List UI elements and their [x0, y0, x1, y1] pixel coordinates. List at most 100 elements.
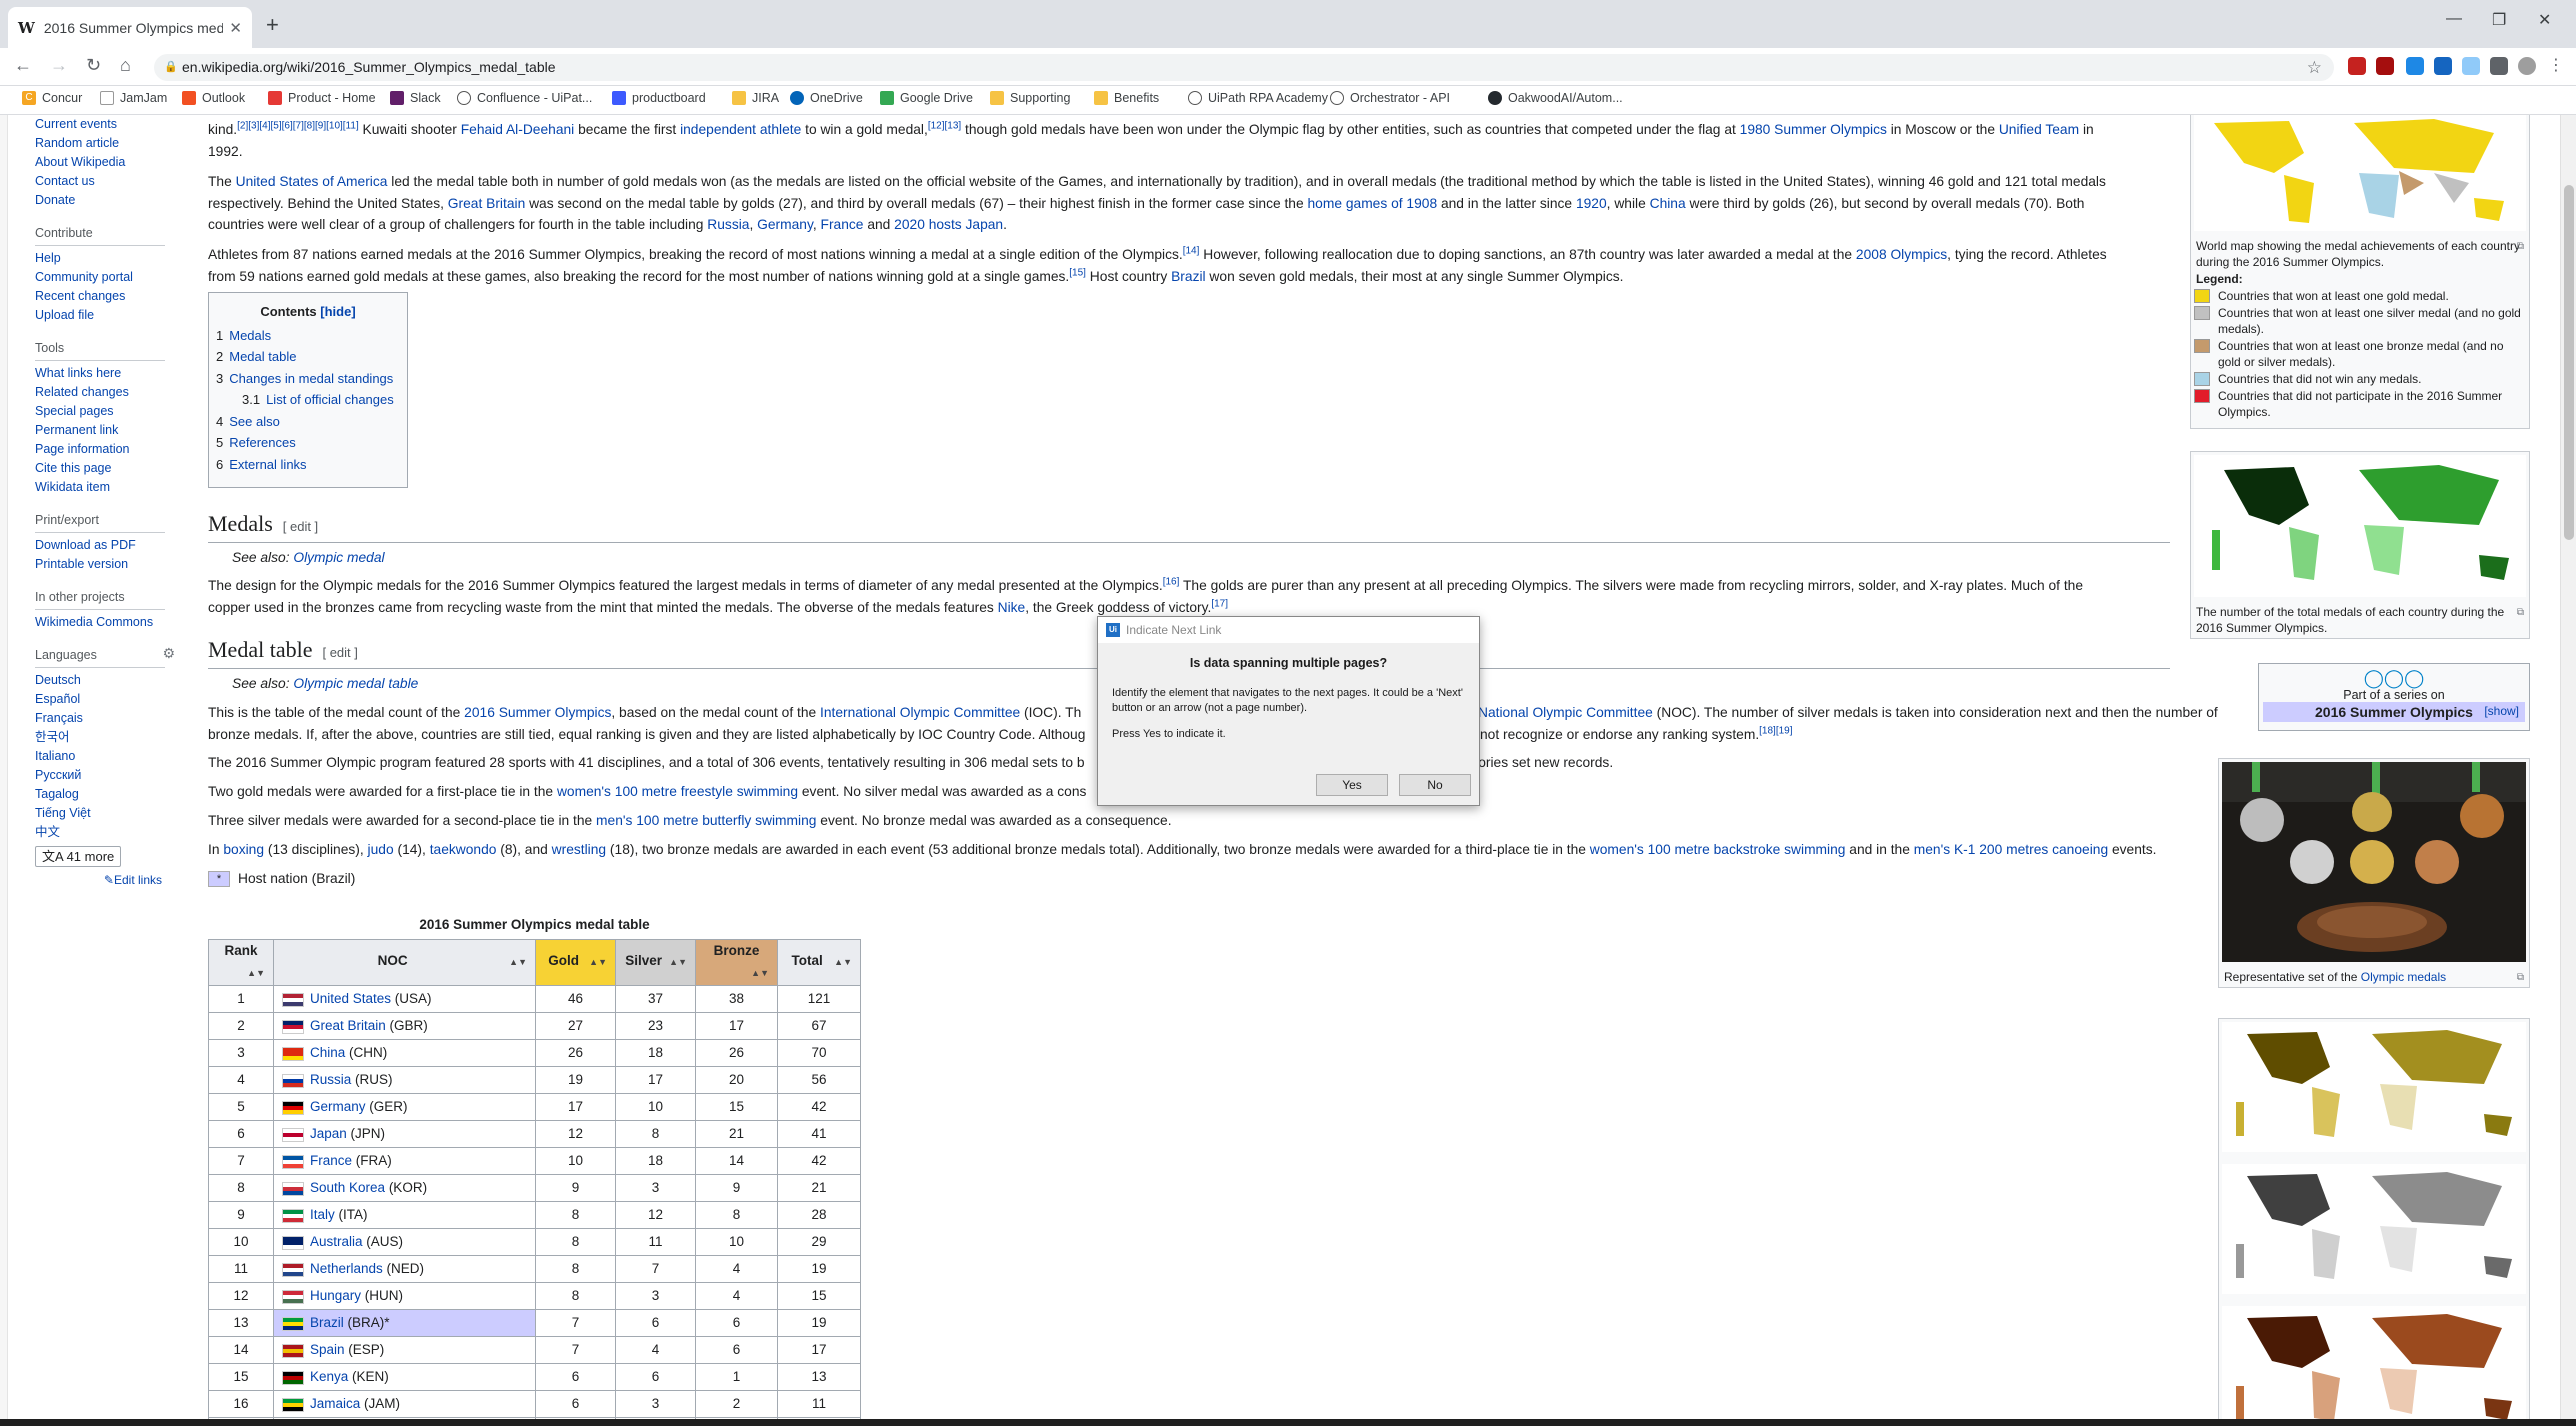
language-italiano[interactable]: Italiano	[35, 747, 185, 766]
browser-menu-icon[interactable]: ⋮	[2548, 55, 2564, 75]
sidebar-item-about[interactable]: About Wikipedia	[35, 153, 185, 172]
sort-icon[interactable]: ▲▼	[834, 950, 852, 974]
back-icon[interactable]: ←	[14, 55, 32, 76]
minimize-icon[interactable]: —	[2446, 10, 2462, 28]
close-tab-icon[interactable]: ✕	[229, 19, 242, 37]
sidebar-item-current-events[interactable]: Current events	[35, 115, 185, 134]
page-scrollbar[interactable]	[2560, 115, 2576, 1419]
scrollbar-thumb[interactable]	[2564, 185, 2574, 540]
extension-uipath-icon[interactable]	[2434, 57, 2452, 75]
sidebar-item-contact[interactable]: Contact us	[35, 172, 185, 191]
bookmark-orchestrator-api[interactable]: Orchestrator - API	[1330, 91, 1450, 105]
bookmark-confluence[interactable]: Confluence - UiPat...	[457, 91, 592, 105]
sidebar-item-permanent-link[interactable]: Permanent link	[35, 421, 185, 440]
sidebar-item-cite-this-page[interactable]: Cite this page	[35, 459, 185, 478]
sort-icon[interactable]: ▲▼	[751, 961, 769, 985]
series-show-toggle[interactable]: [show]	[2484, 704, 2519, 718]
toc-item-medal-table[interactable]: 2 Medal table	[216, 346, 400, 368]
sidebar-item-wikidata-item[interactable]: Wikidata item	[35, 478, 185, 497]
sidebar-item-help[interactable]: Help	[35, 249, 185, 268]
col-gold[interactable]: Gold ▲▼	[535, 938, 616, 986]
country-link[interactable]: Spain	[310, 1342, 345, 1357]
country-link[interactable]: Brazil	[310, 1315, 344, 1330]
language-tagalog[interactable]: Tagalog	[35, 785, 185, 804]
sidebar-item-page-information[interactable]: Page information	[35, 440, 185, 459]
toc-item-official-changes[interactable]: 3.1 List of official changes	[216, 389, 400, 411]
bookmark-benefits[interactable]: Benefits	[1094, 91, 1159, 105]
new-tab-icon[interactable]: +	[266, 12, 279, 38]
sort-icon[interactable]: ▲▼	[509, 950, 527, 974]
extensions-puzzle-icon[interactable]	[2490, 57, 2508, 75]
bookmark-productboard[interactable]: productboard	[612, 91, 706, 105]
browser-tab-active[interactable]: W 2016 Summer Olympics medal table ✕	[8, 7, 252, 48]
total-medals-map[interactable]	[2194, 455, 2526, 597]
sidebar-item-special-pages[interactable]: Special pages	[35, 402, 185, 421]
forward-icon[interactable]: →	[50, 55, 68, 76]
gear-icon[interactable]: ⚙	[162, 644, 175, 663]
col-rank[interactable]: Rank ▲▼	[208, 938, 274, 986]
country-link[interactable]: Germany	[310, 1099, 366, 1114]
bookmark-google-drive[interactable]: Google Drive	[880, 91, 973, 105]
home-icon[interactable]: ⌂	[120, 55, 131, 76]
silver-medals-map[interactable]	[2222, 1164, 2526, 1294]
enlarge-icon[interactable]: ⧉	[2517, 970, 2524, 986]
bookmark-slack[interactable]: Slack	[390, 91, 441, 105]
language-chinese[interactable]: 中文	[35, 823, 185, 842]
bookmark-uipath-academy[interactable]: UiPath RPA Academy	[1188, 91, 1328, 105]
country-link[interactable]: Italy	[310, 1207, 335, 1222]
extension-shield-dark-icon[interactable]	[2376, 57, 2394, 75]
sidebar-item-community-portal[interactable]: Community portal	[35, 268, 185, 287]
enlarge-icon[interactable]: ⧉	[2517, 605, 2524, 621]
medal-achievement-map[interactable]	[2194, 115, 2526, 231]
col-total[interactable]: Total ▲▼	[777, 938, 861, 986]
gold-medals-map[interactable]	[2222, 1022, 2526, 1152]
language-deutsch[interactable]: Deutsch	[35, 671, 185, 690]
toc-item-references[interactable]: 5 References	[216, 432, 400, 454]
country-link[interactable]: China	[310, 1045, 345, 1060]
bookmark-product-home[interactable]: Product - Home	[268, 91, 376, 105]
sidebar-item-upload-file[interactable]: Upload file	[35, 306, 185, 325]
edit-medal-table-link[interactable]: [ edit ]	[322, 645, 357, 660]
toc-item-see-also[interactable]: 4 See also	[216, 411, 400, 433]
extension-shield-icon[interactable]	[2348, 57, 2366, 75]
sidebar-item-related-changes[interactable]: Related changes	[35, 383, 185, 402]
sidebar-item-download-pdf[interactable]: Download as PDF	[35, 536, 185, 555]
language-francais[interactable]: Français	[35, 709, 185, 728]
country-link[interactable]: Russia	[310, 1072, 351, 1087]
extension-windows-icon[interactable]	[2406, 57, 2424, 75]
country-link[interactable]: South Korea	[310, 1180, 385, 1195]
col-noc[interactable]: NOC ▲▼	[273, 938, 536, 986]
extension-blue-icon[interactable]	[2462, 57, 2480, 75]
country-link[interactable]: Hungary	[310, 1288, 361, 1303]
bookmark-star-icon[interactable]: ☆	[2307, 54, 2322, 81]
sidebar-item-donate[interactable]: Donate	[35, 191, 185, 210]
window-close-icon[interactable]: ✕	[2538, 10, 2551, 30]
country-link[interactable]: Jamaica	[310, 1396, 360, 1411]
country-link[interactable]: France	[310, 1153, 352, 1168]
yes-button[interactable]: Yes	[1316, 774, 1388, 796]
series-title[interactable]: 2016 Summer Olympics [show]	[2263, 702, 2525, 722]
sidebar-item-what-links-here[interactable]: What links here	[35, 364, 185, 383]
bookmark-oakwood[interactable]: OakwoodAI/Autom...	[1488, 91, 1623, 105]
sort-icon[interactable]: ▲▼	[589, 950, 607, 974]
country-link[interactable]: Great Britain	[310, 1018, 386, 1033]
edit-medals-link[interactable]: [ edit ]	[283, 519, 318, 534]
bookmark-concur[interactable]: C Concur	[22, 91, 82, 105]
sidebar-item-printable-version[interactable]: Printable version	[35, 555, 185, 574]
no-button[interactable]: No	[1399, 774, 1471, 796]
language-russian[interactable]: Русский	[35, 766, 185, 785]
olympic-medals-photo[interactable]	[2222, 762, 2526, 962]
bookmark-jamjam[interactable]: JamJam	[100, 91, 167, 105]
toc-item-medals[interactable]: 1 Medals	[216, 325, 400, 347]
country-link[interactable]: Kenya	[310, 1369, 348, 1384]
edit-links-link[interactable]: ✎Edit links	[35, 871, 162, 890]
language-korean[interactable]: 한국어	[35, 728, 185, 747]
bookmark-onedrive[interactable]: OneDrive	[790, 91, 863, 105]
col-silver[interactable]: Silver ▲▼	[615, 938, 696, 986]
bronze-medals-map[interactable]	[2222, 1306, 2526, 1419]
country-link[interactable]: Netherlands	[310, 1261, 383, 1276]
col-bronze[interactable]: Bronze ▲▼	[695, 938, 778, 986]
bookmark-outlook[interactable]: Outlook	[182, 91, 245, 105]
sidebar-item-recent-changes[interactable]: Recent changes	[35, 287, 185, 306]
sort-icon[interactable]: ▲▼	[247, 961, 265, 985]
